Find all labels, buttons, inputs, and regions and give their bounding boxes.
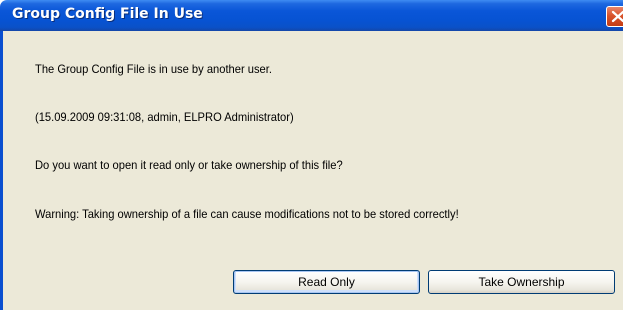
message-warning: Warning: Taking ownership of a file can … [35,207,459,221]
title-bar[interactable]: Group Config File In Use [0,0,623,31]
take-ownership-button[interactable]: Take Ownership [428,270,615,294]
dialog-window: Group Config File In Use The Group Confi… [0,0,623,310]
window-title: Group Config File In Use [12,6,203,22]
message-in-use: The Group Config File is in use by anoth… [35,62,272,76]
close-button[interactable] [606,6,623,27]
message-lock-info: (15.09.2009 09:31:08, admin, ELPRO Admin… [35,110,294,124]
read-only-button[interactable]: Read Only [233,270,420,294]
dialog-body: The Group Config File is in use by anoth… [0,31,623,310]
message-question: Do you want to open it read only or take… [35,158,343,172]
close-icon [611,10,623,23]
